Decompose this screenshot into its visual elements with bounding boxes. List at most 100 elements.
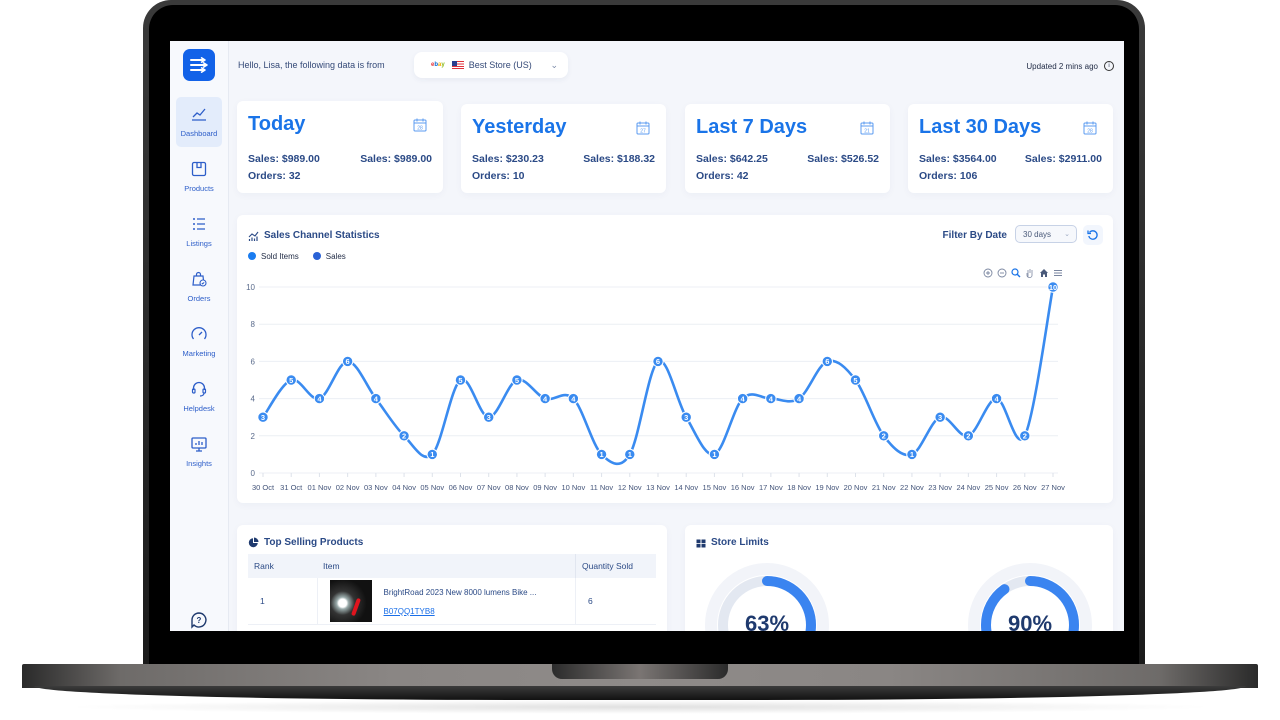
data-point <box>821 355 833 368</box>
x-tick-label: 04 Nov <box>392 483 416 492</box>
data-label: 4 <box>797 394 802 403</box>
pan-hand-icon[interactable] <box>1025 268 1035 278</box>
data-label: 3 <box>487 413 491 422</box>
sidebar-item-listings[interactable]: Listings <box>176 207 222 257</box>
sales-value: Sales: $3564.00 <box>919 153 997 165</box>
x-tick-label: 09 Nov <box>533 483 557 492</box>
store-selector[interactable]: ebay Best Store (US) ⌄ <box>414 52 568 78</box>
legend-item-sales[interactable]: Sales <box>312 252 346 261</box>
x-tick-label: 23 Nov <box>928 483 952 492</box>
sidebar-item-label: Helpdesk <box>183 404 215 413</box>
data-label: 5 <box>853 376 857 385</box>
refresh-button[interactable] <box>1083 225 1103 245</box>
home-reset-icon[interactable] <box>1039 268 1049 278</box>
data-label: 5 <box>289 376 293 385</box>
updated-status: Updated 2 mins ago i <box>1026 61 1114 71</box>
top-selling-title-text: Top Selling Products <box>264 537 364 548</box>
data-label: 1 <box>712 450 716 459</box>
rank-cell: 1 <box>248 578 318 625</box>
y-tick-label: 0 <box>251 469 256 478</box>
data-point <box>680 411 692 423</box>
laptop-notch <box>552 664 728 679</box>
top-selling-title: Top Selling Products <box>248 537 363 548</box>
data-point <box>539 392 551 405</box>
ebay-logo-icon: ebay <box>431 62 445 68</box>
sidebar-item-label: Listings <box>186 239 212 248</box>
data-label: 6 <box>346 357 350 366</box>
x-tick-label: 31 Oct <box>280 483 303 492</box>
sidebar-item-helpdesk[interactable]: Helpdesk <box>176 372 222 422</box>
x-tick-label: 14 Nov <box>674 483 698 492</box>
x-tick-label: 06 Nov <box>449 483 473 492</box>
data-point <box>736 392 749 405</box>
date-filter-select[interactable]: 30 days ⌄ <box>1015 225 1077 243</box>
orders-value: Orders: 42 <box>696 170 749 182</box>
data-label: 2 <box>882 432 886 441</box>
selection-zoom-icon[interactable] <box>1011 268 1021 278</box>
product-sku-link[interactable]: B07QQ1TYB8 <box>384 607 537 616</box>
data-label: 2 <box>966 432 970 441</box>
data-label: 5 <box>515 376 519 385</box>
info-icon[interactable]: i <box>1104 61 1114 71</box>
stat-title: Last 30 Days <box>919 116 1042 138</box>
x-tick-label: 01 Nov <box>308 483 332 492</box>
pie-chart-icon <box>248 537 259 548</box>
app-logo[interactable] <box>183 49 215 81</box>
stat-title: Yesterday <box>472 116 567 138</box>
product-title[interactable]: BrightRoad 2023 New 8000 lumens Bike ... <box>384 588 537 597</box>
data-point <box>426 448 438 461</box>
x-tick-label: 30 Oct <box>252 483 275 492</box>
chart-line-icon <box>192 108 206 121</box>
stat-title: Last 7 Days <box>696 116 808 138</box>
orders-value: Orders: 32 <box>248 170 301 182</box>
chart-bars-icon <box>248 231 259 241</box>
menu-icon[interactable] <box>1053 268 1063 278</box>
sidebar-item-dashboard[interactable]: Dashboard <box>176 97 222 147</box>
orders-value: Orders: 10 <box>472 170 525 182</box>
calendar-icon[interactable]: 27 <box>636 121 650 135</box>
sales-value: Sales: $230.23 <box>472 153 544 165</box>
x-tick-label: 22 Nov <box>900 483 924 492</box>
legend-item-sold-items[interactable]: Sold Items <box>248 252 299 261</box>
data-point <box>595 448 608 461</box>
data-point <box>1019 430 1031 442</box>
zoom-in-icon[interactable] <box>983 268 993 278</box>
item-cell: BrightRoad 2023 New 8000 lumens Bike ...… <box>317 578 576 625</box>
x-tick-label: 16 Nov <box>731 483 755 492</box>
date-filter-value: 30 days <box>1023 229 1052 239</box>
series-line-sold-items <box>261 285 1055 465</box>
sidebar-item-marketing[interactable]: Marketing <box>176 317 222 367</box>
legend-label: Sold Items <box>261 252 299 261</box>
sales-value: Sales: $989.00 <box>248 153 320 165</box>
calendar-icon[interactable]: 28 <box>413 118 427 132</box>
sidebar-item-orders[interactable]: Orders <box>176 262 222 312</box>
sidebar-item-products[interactable]: Products <box>176 152 222 202</box>
y-tick-label: 4 <box>251 395 256 404</box>
data-label: 1 <box>628 450 632 459</box>
x-tick-label: 18 Nov <box>787 483 811 492</box>
calendar-icon[interactable]: 21 <box>860 121 874 135</box>
store-limits-title-text: Store Limits <box>711 537 769 548</box>
x-tick-label: 13 Nov <box>646 483 670 492</box>
sidebar-item-label: Products <box>184 184 214 193</box>
help-icon[interactable]: ? <box>190 611 208 629</box>
data-label: 3 <box>261 413 265 422</box>
data-point <box>708 448 721 461</box>
data-label: 4 <box>543 394 548 403</box>
refresh-icon <box>1087 230 1098 240</box>
sales-value-secondary: Sales: $526.52 <box>807 153 879 165</box>
calendar-icon[interactable]: 28 <box>1083 121 1097 135</box>
sidebar-item-insights[interactable]: Insights <box>176 427 222 477</box>
list-icon <box>193 218 205 230</box>
box-icon <box>191 161 207 177</box>
data-label: 2 <box>1023 432 1027 441</box>
quantity-cell: 6 <box>575 578 656 625</box>
sales-value-secondary: Sales: $989.00 <box>360 153 432 165</box>
data-point <box>454 374 467 386</box>
sales-channel-card: Sales Channel Statistics Sold Items Sale… <box>237 215 1113 503</box>
zoom-out-icon[interactable] <box>997 268 1007 278</box>
data-point <box>398 430 410 442</box>
store-limit-gauge-2: 90% <box>968 563 1092 631</box>
product-thumbnail[interactable] <box>329 580 372 622</box>
table-row[interactable]: 1 BrightRoad 2023 New 8000 lumens Bike .… <box>248 578 656 625</box>
